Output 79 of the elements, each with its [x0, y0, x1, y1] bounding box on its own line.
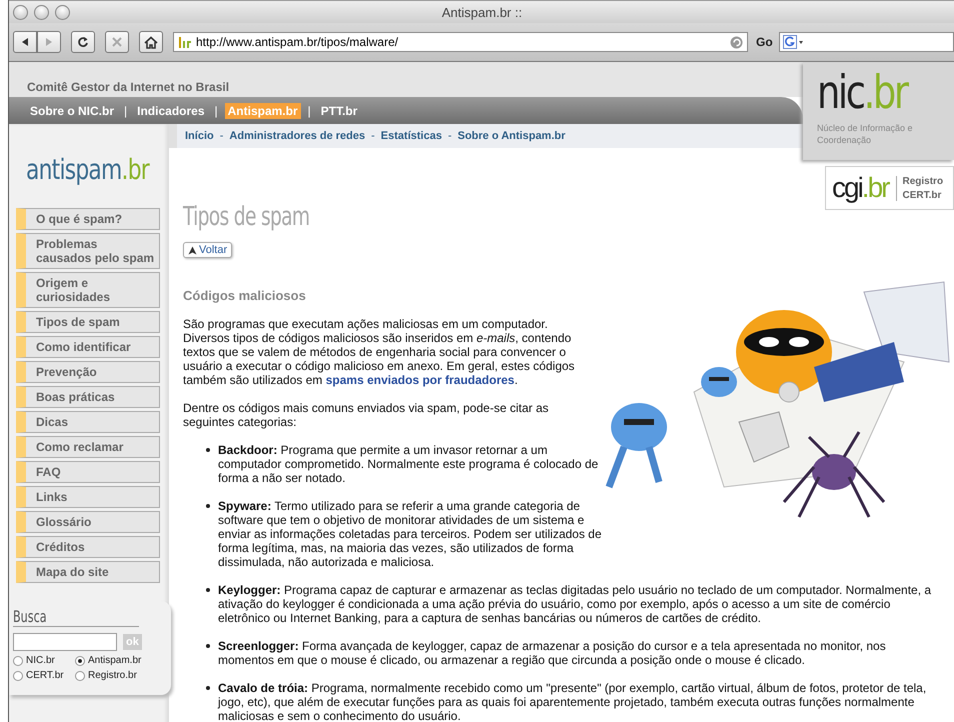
- intro-paragraph: São programas que executam ações maliciosas em um computador. Diversos tipos de códigos maliciosos são inseridos em e-mails, contendo textos que se valem de métodos de engenharia social para convencer o usuário a executar o código malicioso em anexo. Em geral, estes códigos também são utilizados em spams enviados por fraudadores.: [183, 317, 576, 387]
- bullet-icon: [206, 686, 210, 690]
- breadcrumb-link[interactable]: Administradores de redes: [229, 130, 366, 142]
- breadcrumb-separator: -: [448, 130, 452, 142]
- bullet-icon: [206, 588, 210, 592]
- bullet-icon: [206, 448, 210, 452]
- malware-description: Backdoor: Programa que permite a um invasor retornar a um computador comprometido. Normalmente este programa é colocado de forma a não ser notado.: [218, 443, 600, 485]
- sidebar-menu-item[interactable]: O que é spam?: [16, 208, 160, 230]
- google-search-field[interactable]: [778, 32, 954, 52]
- reload-button[interactable]: [71, 31, 95, 53]
- close-icon: [111, 36, 123, 48]
- zoom-button[interactable]: [55, 4, 70, 20]
- sidebar-menu-item[interactable]: Como identificar: [16, 336, 160, 358]
- sidebar-menu-item[interactable]: Mapa do site: [16, 561, 160, 583]
- sidebar-menu-item[interactable]: Glossário: [16, 511, 160, 533]
- top-nav-link[interactable]: PTT.br: [318, 102, 360, 118]
- breadcrumb-separator: -: [220, 130, 224, 142]
- breadcrumb-separator: -: [371, 130, 375, 142]
- sidebar-menu-item[interactable]: FAQ: [16, 461, 160, 483]
- sidebar-menu-item[interactable]: Problemas causados pelo spam: [16, 233, 160, 269]
- breadcrumb-link[interactable]: Sobre o Antispam.br: [458, 130, 566, 142]
- section-heading: Códigos maliciosos: [183, 288, 307, 303]
- home-button[interactable]: [139, 31, 163, 53]
- forward-arrow-icon: [44, 37, 54, 47]
- bullet-icon: [206, 504, 210, 508]
- go-label[interactable]: Go: [756, 35, 773, 49]
- antispam-logo[interactable]: antispam.br: [26, 152, 149, 188]
- breadcrumb-link[interactable]: Início: [185, 130, 214, 142]
- up-arrow-icon: [188, 246, 197, 254]
- search-input[interactable]: [13, 633, 117, 651]
- breadcrumb-link[interactable]: Estatísticas: [380, 130, 442, 142]
- partner-link[interactable]: CERT.br: [902, 190, 944, 200]
- radio-label[interactable]: CERT.br: [26, 670, 64, 681]
- back-link-button[interactable]: Voltar: [183, 242, 232, 258]
- radio-button[interactable]: [75, 656, 85, 666]
- top-nav-link[interactable]: Indicadores: [134, 102, 208, 118]
- search-engine-icon[interactable]: [782, 35, 805, 49]
- minimize-button[interactable]: [34, 4, 49, 20]
- sidebar-menu-item[interactable]: Dicas: [16, 411, 160, 433]
- malware-description: Cavalo de tróia: Programa, normalmente recebido como um "presente" (por exemplo, cartão virtual, álbum de fotos, protetor de tela, jogo, etc), que além de executar funções para as quais foi aparentemente projetado, também executa outras funções normalmente maliciosas e sem o conhecimento do usuário.: [218, 681, 928, 722]
- nav-separator: |: [308, 104, 311, 118]
- nav-separator: |: [214, 104, 218, 118]
- radio-button[interactable]: [13, 656, 23, 666]
- sidebar-menu-item[interactable]: Tipos de spam: [16, 311, 160, 333]
- window-title: Antispam.br ::: [440, 4, 524, 20]
- search-title: Busca: [13, 607, 139, 627]
- address-field[interactable]: http://www.antispam.br/tipos/malware/: [173, 32, 748, 52]
- house-icon: [144, 36, 158, 48]
- sidebar-menu-item[interactable]: Boas práticas: [16, 386, 160, 408]
- sidebar-menu-item[interactable]: Créditos: [16, 536, 160, 558]
- radio-button[interactable]: [75, 670, 85, 680]
- malware-description: Keylogger: Programa capaz de capturar e armazenar as teclas digitadas pelo usuário no teclado de um computador. Normalmente, a ativação do keylogger é condicionada a uma ação prévia do usuário, como por exemplo, após o acesso a um site de comércio eletrônico ou Internet Banking, para a captura de senhas bancárias ou números de cartões de crédito.: [218, 583, 932, 625]
- fraud-spam-link[interactable]: spams enviados por fraudadores: [326, 373, 514, 387]
- nic-logo[interactable]: nic.br: [817, 68, 919, 116]
- sidebar-menu-item[interactable]: Origem e curiosidades: [16, 272, 160, 308]
- organization-name: Comitê Gestor da Internet no Brasil: [27, 80, 230, 94]
- nav-separator: |: [124, 104, 128, 118]
- radio-label[interactable]: Registro.br: [88, 670, 137, 681]
- top-nav-link[interactable]: Sobre o NIC.br: [27, 102, 118, 118]
- cgi-logo[interactable]: cgi.br: [832, 170, 892, 206]
- close-button[interactable]: [13, 4, 28, 20]
- sidebar-menu-item[interactable]: Links: [16, 486, 160, 508]
- partner-link[interactable]: Registro: [902, 176, 944, 186]
- back-arrow-icon: [20, 37, 30, 47]
- site-favicon-icon: [178, 35, 192, 49]
- radio-label[interactable]: Antispam.br: [88, 655, 142, 666]
- back-button[interactable]: [13, 31, 37, 53]
- sidebar-menu-item[interactable]: Prevenção: [16, 361, 160, 383]
- bullet-icon: [206, 644, 210, 648]
- lead-paragraph: Dentre os códigos mais comuns enviados via spam, pode-se citar as seguintes categorias:: [183, 401, 550, 429]
- malware-description: Screenlogger: Forma avançada de keylogger, capaz de armazenar a posição do cursor e a tela apresentada no monitor, nos momentos em que o mouse é clicado, ou armazenar a região que circunda a posição onde o mouse é clicado.: [218, 639, 887, 667]
- sidebar-menu-item[interactable]: Como reclamar: [16, 436, 160, 458]
- nic-subtitle: Núcleo de Informação e Coordenação: [817, 122, 914, 146]
- reload-icon: [77, 36, 89, 48]
- snapback-icon[interactable]: [730, 36, 743, 48]
- malware-description: Spyware: Termo utilizado para se referir a uma grande categoria de software que tem o objetivo de monitorar atividades de um sistema e enviar as informações coletadas para terceiros. Podem ser utilizados de forma legítima, mas, na maioria das vezes, são utilizados de forma dissimulada, não autorizada e maliciosa.: [218, 499, 603, 569]
- radio-button[interactable]: [13, 670, 23, 680]
- page-title: Tipos de spam: [183, 202, 310, 232]
- radio-label[interactable]: NIC.br: [26, 655, 55, 666]
